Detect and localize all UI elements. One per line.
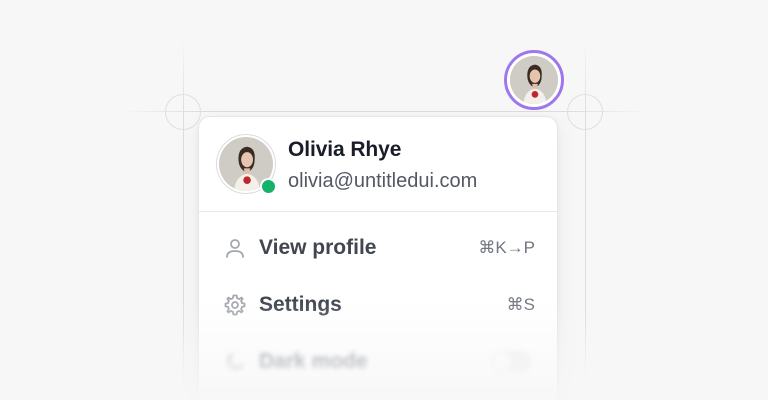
menu-item-view-profile[interactable]: View profile ⌘K→P (211, 224, 547, 272)
canvas: Olivia Rhye olivia@untitledui.com View p… (0, 0, 768, 400)
dark-mode-toggle[interactable] (491, 351, 531, 373)
menu-item-settings[interactable]: Settings ⌘S (211, 281, 547, 329)
avatar (510, 56, 558, 104)
online-status-indicator (260, 178, 277, 195)
user-name: Olivia Rhye (288, 138, 402, 161)
guide-circle-left (165, 94, 201, 130)
guide-circle-right (567, 94, 603, 130)
gear-icon (223, 293, 247, 317)
menu-item-label: Dark mode (259, 350, 368, 373)
menu-item-label: Settings (259, 293, 342, 316)
moon-icon (223, 350, 247, 374)
toggle-knob (493, 353, 511, 371)
user-header: Olivia Rhye olivia@untitledui.com (199, 117, 557, 212)
account-avatar-button[interactable] (504, 50, 564, 110)
menu-item-dark-mode[interactable]: Dark mode (211, 338, 547, 386)
user-icon (223, 236, 247, 260)
account-dropdown-menu: Olivia Rhye olivia@untitledui.com View p… (198, 116, 558, 400)
keyboard-shortcut: ⌘K→P (478, 238, 535, 257)
user-email: olivia@untitledui.com (288, 170, 478, 192)
menu-item-label: View profile (259, 236, 377, 259)
keyboard-shortcut: ⌘S (506, 295, 535, 314)
